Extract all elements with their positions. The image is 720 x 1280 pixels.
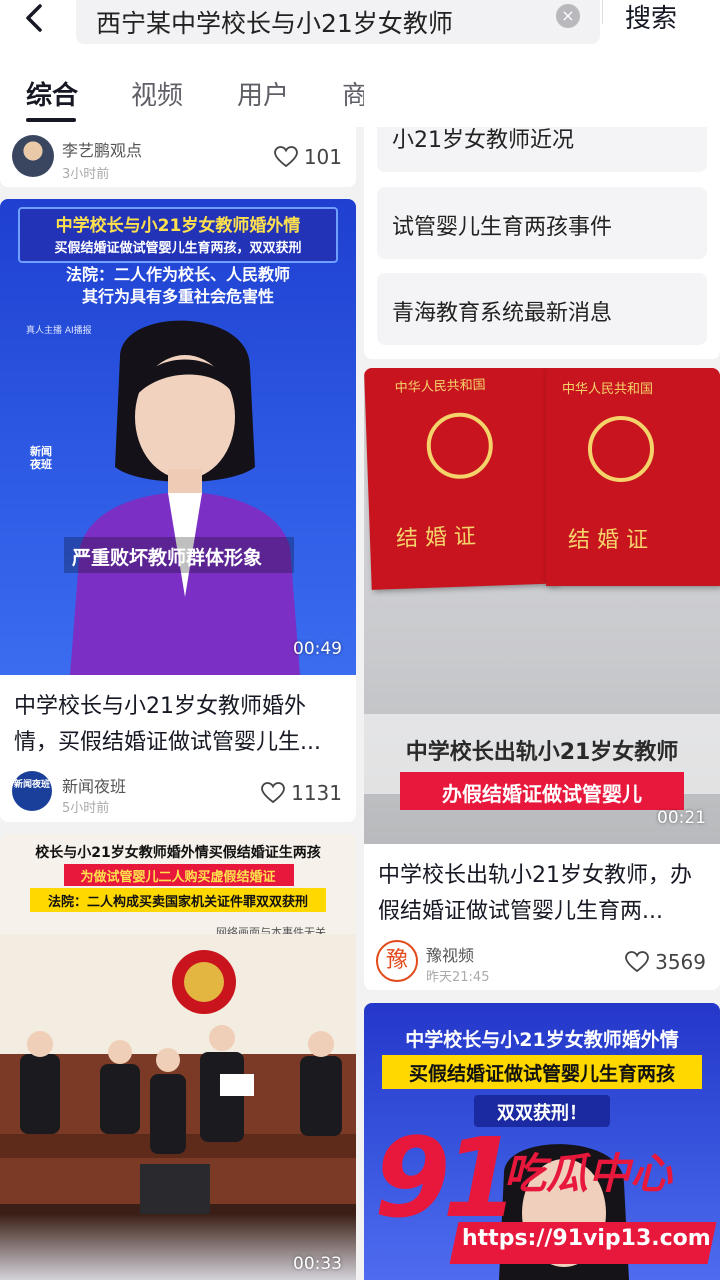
banner-line-2: 为做试管婴儿二人购买虚假结婚证 (80, 870, 276, 885)
caption-line-1: 中学校长出轨小21岁女教师 (405, 740, 679, 765)
tab-bar-extension (364, 55, 720, 127)
video-card[interactable]: 校长与小21岁女教师婚外情买假结婚证生两孩 为做试管婴儿二人购买虚假结婚证 法院… (0, 834, 356, 1280)
like-count-value: 101 (303, 145, 342, 169)
banner-line-1: 中学校长与小21岁女教师婚外情 (55, 216, 301, 236)
avatar[interactable]: 豫 (376, 940, 418, 982)
watermark-number: 91 (374, 1114, 519, 1242)
post-time: 昨天21:45 (426, 970, 490, 985)
search-button[interactable]: 搜索 (625, 0, 677, 35)
banner-line-3: 法院：二人构成买卖国家机关证件罪双双获刑 (47, 895, 308, 910)
suggestion-chip[interactable]: 青海教育系统最新消息 (377, 273, 707, 345)
like-count[interactable]: 1131 (261, 781, 342, 805)
video-title[interactable]: 中学校长出轨小21岁女教师，办假结婚证做试管婴儿生育两... (378, 858, 708, 930)
post-time: 3小时前 (62, 167, 110, 182)
channel-logo: 新闻夜班 (30, 445, 52, 471)
heart-icon (261, 782, 285, 804)
video-title[interactable]: 中学校长与小21岁女教师婚外情，买假结婚证做试管婴儿生... (14, 689, 344, 761)
certificate-header: 中华人民共和国 (394, 377, 486, 396)
heart-icon (625, 951, 649, 973)
suggestion-label: 试管婴儿生育两孩事件 (392, 215, 613, 240)
video-thumbnail[interactable]: 中学校长与小21岁女教师婚外情 买假结婚证做试管婴儿生育两孩，双双获刑 法院：二… (0, 199, 356, 675)
watermark-text: 吃瓜中心 (504, 1149, 673, 1198)
post-card-partial[interactable]: 李艺鹏观点 3小时前 101 (0, 127, 356, 187)
like-count[interactable]: 101 (273, 145, 342, 169)
tab-users[interactable]: 用户 (237, 75, 289, 112)
post-time: 5小时前 (62, 801, 110, 816)
suggestion-label: 青海教育系统最新消息 (392, 301, 613, 326)
certificate-header: 中华人民共和国 (562, 382, 654, 397)
avatar[interactable]: 新闻夜班 (12, 771, 52, 811)
video-duration: 00:49 (293, 639, 342, 659)
author-name[interactable]: 豫视频 (426, 942, 474, 966)
avatar[interactable] (12, 135, 54, 177)
clear-search-icon[interactable]: × (556, 4, 580, 28)
caption-line-2: 办假结婚证做试管婴儿 (442, 782, 642, 806)
certificate-left: 中华人民共和国 结 婚 证 (364, 368, 558, 590)
like-count-value: 3569 (655, 950, 706, 974)
like-count[interactable]: 3569 (625, 950, 706, 974)
video-card[interactable]: 中学校长与小21岁女教师婚外情 买假结婚证做试管婴儿生育两孩，双双获刑 法院：二… (0, 199, 356, 822)
suggestion-chip[interactable]: 试管婴儿生育两孩事件 (377, 187, 707, 259)
site-watermark: 91 吃瓜中心 https://91vip13.com (370, 1118, 720, 1280)
national-emblem-icon (588, 416, 654, 482)
banner-line-1: 中学校长与小21岁女教师婚外情 (405, 1029, 679, 1051)
banner-line-2: 买假结婚证做试管婴儿生育两孩 (408, 1063, 675, 1085)
video-duration: 00:21 (657, 808, 706, 828)
video-subtitle: 严重败坏教师群体形象 (72, 547, 263, 569)
chevron-left-icon (26, 4, 42, 32)
like-count-value: 1131 (291, 781, 342, 805)
video-duration: 00:33 (293, 1254, 342, 1274)
certificate-right: 中华人民共和国 结 婚 证 (546, 368, 720, 586)
certificate-title: 结 婚 证 (395, 524, 477, 552)
video-thumbnail[interactable]: 中华人民共和国 结 婚 证 中华人民共和国 结 婚 证 中学校长出轨小21岁女教… (364, 368, 720, 844)
banner-line-3: 法院：二人作为校长、人民教师 (65, 265, 290, 284)
tab-video[interactable]: 视频 (131, 75, 183, 112)
author-name[interactable]: 李艺鹏观点 (62, 137, 142, 161)
video-card[interactable]: 中华人民共和国 结 婚 证 中华人民共和国 结 婚 证 中学校长出轨小21岁女教… (364, 368, 720, 990)
top-bar: 西宁某中学校长与小21岁女教师 × 搜索 (0, 0, 720, 55)
banner-line-2: 买假结婚证做试管婴儿生育两孩，双双获刑 (54, 241, 302, 256)
search-query: 西宁某中学校长与小21岁女教师 (96, 9, 453, 38)
back-button[interactable] (14, 0, 54, 40)
certificate-title: 结 婚 证 (568, 528, 648, 553)
heart-icon (273, 146, 298, 168)
news-anchor-figure (70, 320, 300, 675)
tab-comprehensive[interactable]: 综合 (26, 75, 78, 112)
national-emblem-icon (425, 411, 494, 480)
watermark-url: https://91vip13.com (462, 1226, 711, 1251)
divider (602, 0, 603, 24)
author-name[interactable]: 新闻夜班 (62, 773, 126, 797)
banner-line-1: 校长与小21岁女教师婚外情买假结婚证生两孩 (35, 845, 321, 861)
active-tab-indicator (26, 118, 76, 122)
search-input[interactable]: 西宁某中学校长与小21岁女教师 × (76, 0, 600, 44)
video-thumbnail[interactable]: 校长与小21岁女教师婚外情买假结婚证生两孩 为做试管婴儿二人购买虚假结婚证 法院… (0, 834, 356, 1280)
